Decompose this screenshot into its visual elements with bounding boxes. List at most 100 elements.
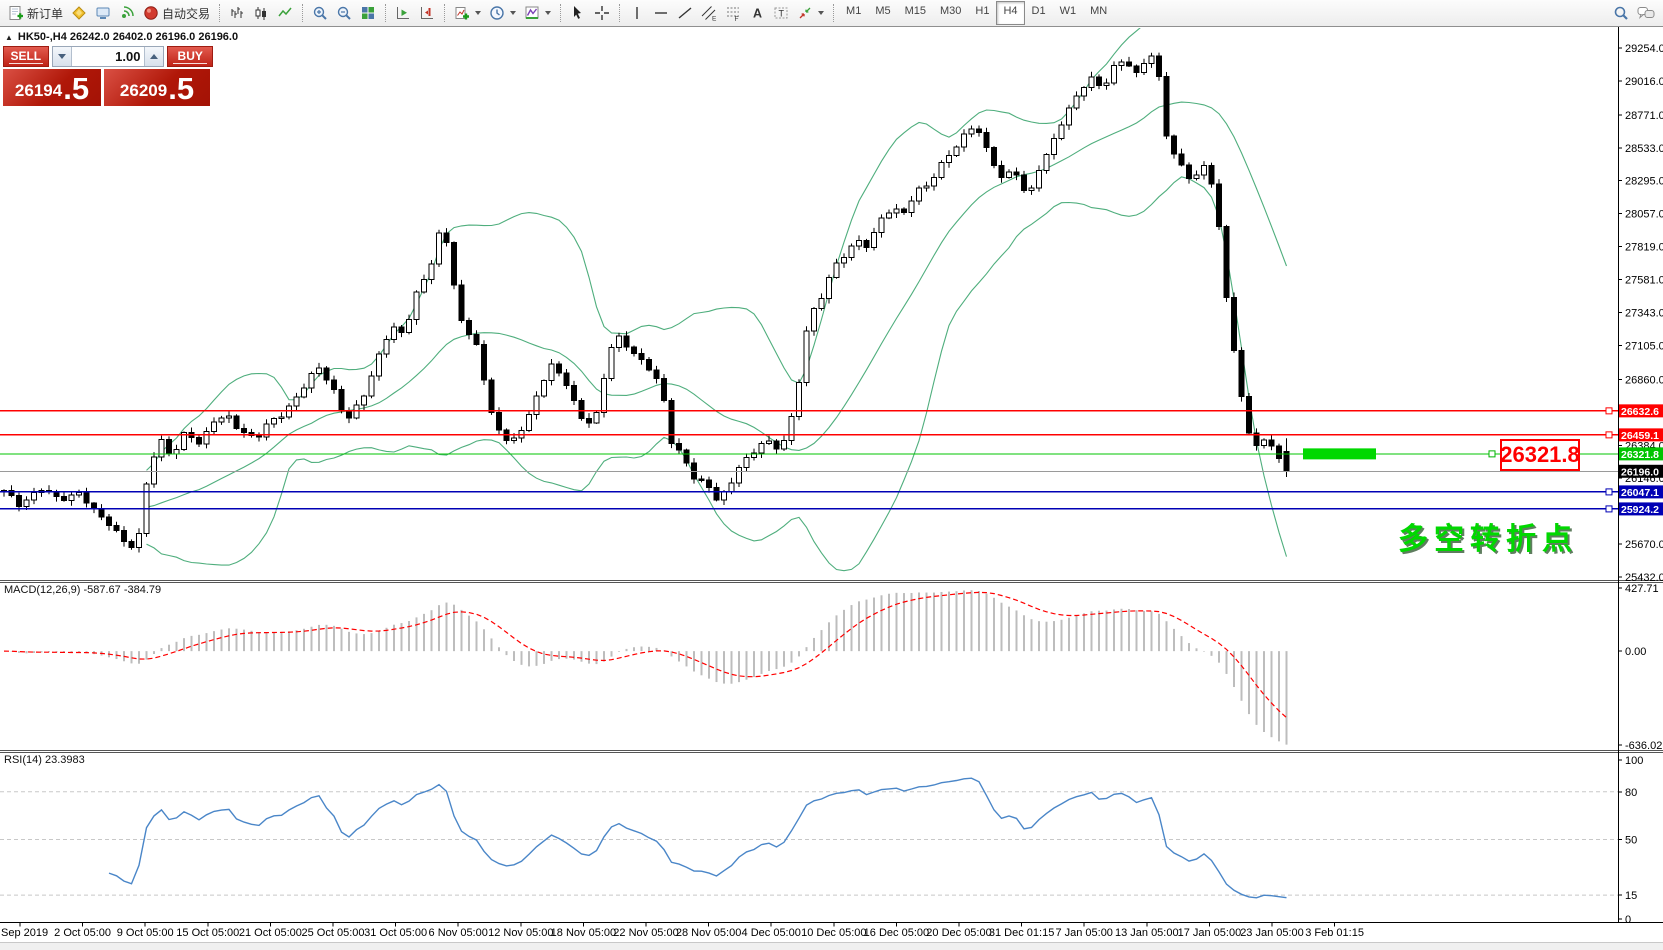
dropdown-caret-icon[interactable] xyxy=(818,11,824,15)
time-tick-label: 10 Dec 05:00 xyxy=(801,927,866,939)
terminal-button[interactable] xyxy=(91,1,115,25)
button-label: 自动交易 xyxy=(162,5,210,22)
indicators-button[interactable] xyxy=(450,1,485,25)
price-tick-label: 27819.0 xyxy=(1625,242,1663,254)
symbol-ohlc-text: HK50-,H4 26242.0 26402.0 26196.0 26196.0 xyxy=(18,31,238,43)
time-tick-label: 6 Nov 05:00 xyxy=(429,927,488,939)
dropdown-caret-icon[interactable] xyxy=(545,11,551,15)
buy-price-box[interactable]: 26209.5 xyxy=(104,69,210,106)
price-tick-label: 29016.0 xyxy=(1625,76,1663,88)
zoom-in-button[interactable] xyxy=(308,1,332,25)
sell-price-box[interactable]: 26194.5 xyxy=(3,69,101,106)
search-icon xyxy=(1613,5,1629,21)
toolbar-separator xyxy=(385,4,386,22)
toolbar-separator xyxy=(219,4,220,22)
macd-tick-label: 0.00 xyxy=(1625,646,1646,658)
signals-button[interactable] xyxy=(115,1,139,25)
chat-button[interactable] xyxy=(1633,1,1659,25)
line-handle[interactable] xyxy=(1606,408,1612,414)
timeframe-m5-button[interactable]: M5 xyxy=(868,1,897,25)
rsi-tick-label: 0 xyxy=(1625,914,1631,926)
green-line-handle[interactable] xyxy=(1489,451,1495,457)
bar-chart-button[interactable] xyxy=(225,1,249,25)
text-button[interactable]: A xyxy=(745,1,769,25)
rsi-pane[interactable] xyxy=(0,778,1618,898)
label-button[interactable]: T xyxy=(769,1,793,25)
axes: 29254.029016.028771.028533.028295.028057… xyxy=(0,27,1663,939)
channel-icon: E xyxy=(701,5,717,21)
dropdown-caret-icon[interactable] xyxy=(510,11,516,15)
collapse-panel-icon[interactable]: ▲ xyxy=(5,33,13,42)
dropdown-caret-icon[interactable] xyxy=(475,11,481,15)
new-order-button[interactable]: 新订单 xyxy=(4,1,67,25)
vertical-line-button[interactable] xyxy=(625,1,649,25)
timeframe-mn-button[interactable]: MN xyxy=(1083,1,1114,25)
chart-shift-button[interactable] xyxy=(415,1,439,25)
terminal-icon xyxy=(95,5,111,21)
time-tick-label: 5 Sep 2019 xyxy=(0,927,48,939)
chinese-annotation-text[interactable]: 多空转折点 xyxy=(1398,514,1578,558)
timeframe-d1-button[interactable]: D1 xyxy=(1025,1,1053,25)
data-window-button[interactable] xyxy=(67,1,91,25)
timeframe-h4-button[interactable]: H4 xyxy=(996,1,1024,25)
timeframe-m30-button[interactable]: M30 xyxy=(933,1,968,25)
macd-pane[interactable] xyxy=(4,590,1287,744)
line-chart-button[interactable] xyxy=(273,1,297,25)
chart-window[interactable]: 29254.029016.028771.028533.028295.028057… xyxy=(0,27,1663,949)
arrows-button[interactable] xyxy=(793,1,828,25)
indicators-icon xyxy=(454,5,470,21)
main-price-pane[interactable] xyxy=(0,27,1618,571)
line-handle[interactable] xyxy=(1606,506,1612,512)
periods-button[interactable] xyxy=(485,1,520,25)
zoom-out-button[interactable] xyxy=(332,1,356,25)
button-label: 新订单 xyxy=(27,5,63,22)
bollinger-middle-band xyxy=(147,102,1287,507)
price-tick-label: 29254.0 xyxy=(1625,43,1663,55)
line-handle[interactable] xyxy=(1606,432,1612,438)
rsi-tick-label: 80 xyxy=(1625,787,1637,799)
line-handle[interactable] xyxy=(1606,489,1612,495)
sell-button[interactable]: SELL xyxy=(3,46,49,67)
time-tick-label: 18 Nov 05:00 xyxy=(551,927,616,939)
timeframe-m1-button[interactable]: M1 xyxy=(839,1,868,25)
trendline-button[interactable] xyxy=(673,1,697,25)
volume-input[interactable] xyxy=(72,47,145,66)
templates-button[interactable] xyxy=(520,1,555,25)
volume-increase-button[interactable] xyxy=(144,47,163,66)
timeframe-m15-button[interactable]: M15 xyxy=(898,1,933,25)
timeframe-h1-button[interactable]: H1 xyxy=(968,1,996,25)
svg-text:A: A xyxy=(753,7,762,21)
one-click-trade-panel: SELL BUY 26194.5 26209.5 xyxy=(3,46,213,106)
price-tick-label: 27581.0 xyxy=(1625,275,1663,287)
volume-decrease-button[interactable] xyxy=(53,47,72,66)
autotrading-button[interactable]: 自动交易 xyxy=(139,1,214,25)
time-tick-label: 13 Jan 05:00 xyxy=(1115,927,1179,939)
fibo-icon: F xyxy=(725,5,741,21)
candles-icon xyxy=(253,5,269,21)
tile-windows-button[interactable] xyxy=(356,1,380,25)
search-button[interactable] xyxy=(1609,1,1633,25)
equidistant-channel-button[interactable]: E xyxy=(697,1,721,25)
candlestick-chart-button[interactable] xyxy=(249,1,273,25)
time-tick-label: 31 Oct 05:00 xyxy=(364,927,427,939)
cursor-icon xyxy=(570,5,586,21)
button-label: M5 xyxy=(875,5,890,17)
timeframe-w1-button[interactable]: W1 xyxy=(1053,1,1084,25)
auto-scroll-button[interactable] xyxy=(391,1,415,25)
chart-canvas[interactable]: 29254.029016.028771.028533.028295.028057… xyxy=(0,27,1663,949)
cursor-button[interactable] xyxy=(566,1,590,25)
time-tick-label: 12 Nov 05:00 xyxy=(488,927,553,939)
volume-stepper xyxy=(52,46,165,67)
rsi-indicator-label: RSI(14) 23.3983 xyxy=(4,754,85,766)
crosshair-button[interactable] xyxy=(590,1,614,25)
toolbar-separator xyxy=(302,4,303,22)
price-annotation-box[interactable]: 26321.8 xyxy=(1500,439,1580,471)
buy-button[interactable]: BUY xyxy=(167,46,213,67)
button-label: W1 xyxy=(1060,5,1077,17)
label-t-icon: T xyxy=(773,5,789,21)
fibonacci-button[interactable]: F xyxy=(721,1,745,25)
green-zone-rectangle[interactable] xyxy=(1303,448,1376,459)
price-badge-label: 26047.1 xyxy=(1621,487,1659,499)
horizontal-line-button[interactable] xyxy=(649,1,673,25)
rsi-line xyxy=(109,778,1287,898)
